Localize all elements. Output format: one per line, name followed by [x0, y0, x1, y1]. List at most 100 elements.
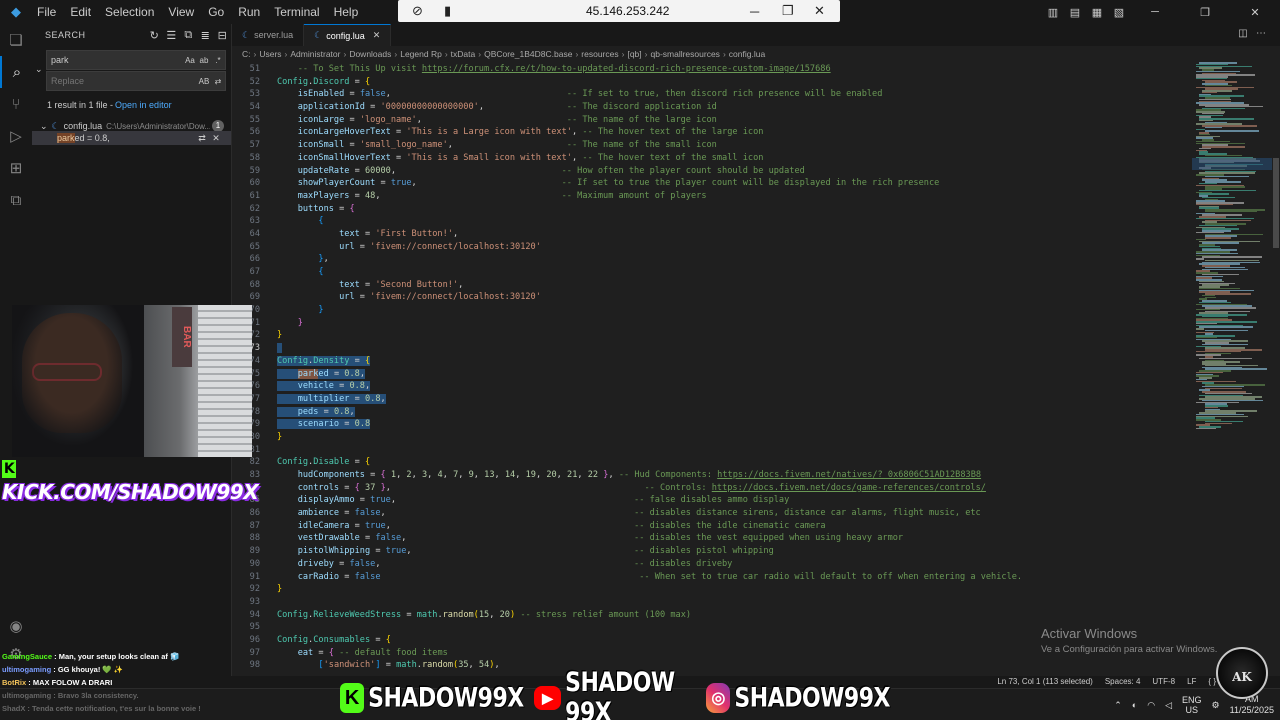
breadcrumb-segment[interactable]: Legend Rp	[400, 49, 442, 59]
breadcrumb-segment[interactable]: QBCore_1B4D8C.base	[484, 49, 572, 59]
code-line[interactable]: 53 isEnabled = false, -- If set to true,…	[232, 88, 1192, 101]
code-line[interactable]: 94 Config.RelieveWeedStress = math.random…	[232, 609, 1192, 622]
code-line[interactable]: 76 vehicle = 0.8,	[232, 380, 1192, 393]
breadcrumb-segment[interactable]: Downloads	[349, 49, 391, 59]
menu-go[interactable]: Go	[201, 0, 231, 24]
search-input[interactable]	[51, 55, 171, 65]
remote-restore-icon[interactable]: ❐	[782, 3, 794, 19]
code-line[interactable]: 52 Config.Discord = {	[232, 76, 1192, 89]
code-line[interactable]: 58 iconSmallHoverText = 'This is a Small…	[232, 152, 1192, 165]
menu-edit[interactable]: Edit	[63, 0, 98, 24]
code-line[interactable]: 57 iconSmall = 'small_logo_name', -- The…	[232, 139, 1192, 152]
tab-config-lua[interactable]: ☾ config.lua ✕	[304, 24, 392, 46]
code-line[interactable]: 68 text = 'Second Button!',	[232, 279, 1192, 292]
replace-input[interactable]	[51, 76, 171, 86]
more-actions-icon[interactable]: ⋯	[1252, 28, 1270, 39]
code-line[interactable]: 71 }	[232, 317, 1192, 330]
search-icon[interactable]: ⌕	[0, 56, 32, 88]
code-line[interactable]: 59 updateRate = 60000, -- How often the …	[232, 165, 1192, 178]
customize-layout-icon[interactable]: ▧	[1110, 6, 1128, 19]
scrollbar-thumb[interactable]	[1273, 158, 1279, 248]
match-case-icon[interactable]: Aa	[183, 56, 197, 65]
breadcrumb-segment[interactable]: txData	[451, 49, 476, 59]
toggle-secondary-sidebar-icon[interactable]: ▦	[1088, 6, 1106, 19]
result-match-row[interactable]: park ed = 0.8, ⇄ ✕	[32, 131, 231, 145]
close-window-icon[interactable]: ✕	[1232, 6, 1278, 19]
language-mode[interactable]: { }	[1208, 676, 1216, 688]
replace-match-icon[interactable]: ⇄	[195, 133, 209, 144]
code-line[interactable]: 66 },	[232, 253, 1192, 266]
run-debug-icon[interactable]: ▷	[0, 120, 32, 152]
code-line[interactable]: 89 pistolWhipping = true, -- disables pi…	[232, 545, 1192, 558]
code-line[interactable]: 93	[232, 596, 1192, 609]
dismiss-match-icon[interactable]: ✕	[209, 133, 223, 144]
breadcrumb-segment[interactable]: qb-smallresources	[650, 49, 719, 59]
code-line[interactable]: 81	[232, 444, 1192, 457]
code-line[interactable]: 77 multiplier = 0.8,	[232, 393, 1192, 406]
match-whole-word-icon[interactable]: ab	[197, 56, 211, 65]
remote-explorer-icon[interactable]: ⧉	[0, 184, 32, 216]
menu-help[interactable]: Help	[327, 0, 366, 24]
refresh-icon[interactable]: ↻	[146, 29, 163, 42]
code-line[interactable]: 56 iconLargeHoverText = 'This is a Large…	[232, 126, 1192, 139]
code-line[interactable]: 51 -- To Set This Up visit https://forum…	[232, 63, 1192, 76]
code-line[interactable]: 64 text = 'First Button!',	[232, 228, 1192, 241]
code-line[interactable]: 67 {	[232, 266, 1192, 279]
code-line[interactable]: 55 iconLarge = 'logo_name', -- The name …	[232, 114, 1192, 127]
tray-app-icon[interactable]: ◐	[1132, 700, 1137, 710]
wifi-icon[interactable]: ◠	[1147, 700, 1155, 711]
collapse-all-icon[interactable]: ⊟	[214, 29, 231, 42]
code-line[interactable]: 85 displayAmmo = true, -- false disables…	[232, 494, 1192, 507]
code-editor[interactable]: 51 -- To Set This Up visit https://forum…	[232, 63, 1192, 676]
preserve-case-icon[interactable]: AB	[197, 77, 211, 86]
remote-close-icon[interactable]: ✕	[814, 3, 825, 19]
cursor-position[interactable]: Ln 73, Col 1 (113 selected)	[997, 676, 1092, 688]
unpin-icon[interactable]: ⊘	[412, 3, 423, 19]
code-line[interactable]: 62 buttons = {	[232, 203, 1192, 216]
source-control-icon[interactable]: ⑂	[0, 88, 32, 120]
tray-chevron-icon[interactable]: ⌃	[1114, 700, 1122, 711]
code-line[interactable]: 75 parked = 0.8,	[232, 368, 1192, 381]
expand-chevron-icon[interactable]: ⌄	[40, 121, 48, 132]
breadcrumb-segment[interactable]: config.lua	[729, 49, 765, 59]
code-line[interactable]: 60 showPlayerCount = true, -- If set to …	[232, 177, 1192, 190]
indentation[interactable]: Spaces: 4	[1105, 676, 1141, 688]
clear-results-icon[interactable]: ☰	[163, 29, 180, 42]
end-of-line[interactable]: LF	[1187, 676, 1196, 688]
code-line[interactable]: 74 Config.Density = {	[232, 355, 1192, 368]
code-line[interactable]: 90 driveby = false, -- disables driveby	[232, 558, 1192, 571]
code-line[interactable]: 88 vestDrawable = false, -- disables the…	[232, 532, 1192, 545]
tab-server-lua[interactable]: ☾ server.lua	[232, 24, 305, 46]
code-line[interactable]: 61 maxPlayers = 48, -- Maximum amount of…	[232, 190, 1192, 203]
code-line[interactable]: 69 url = 'fivem://connect/localhost:3012…	[232, 291, 1192, 304]
code-line[interactable]: 63 {	[232, 215, 1192, 228]
explorer-icon[interactable]: ❏	[0, 24, 32, 56]
code-line[interactable]: 73	[232, 342, 1192, 355]
language-indicator[interactable]: ENG US	[1182, 695, 1202, 715]
breadcrumb-segment[interactable]: resources	[581, 49, 618, 59]
breadcrumb-segment[interactable]: Administrator	[290, 49, 340, 59]
open-in-editor-link[interactable]: Open in editor	[115, 100, 172, 110]
code-line[interactable]: 82 Config.Disable = {	[232, 456, 1192, 469]
menu-file[interactable]: File	[30, 0, 63, 24]
toggle-panel-icon[interactable]: ▤	[1066, 6, 1084, 19]
toggle-replace-chevron-icon[interactable]: ⌄	[35, 64, 43, 75]
menu-selection[interactable]: Selection	[98, 0, 161, 24]
code-line[interactable]: 86 ambience = false, -- disables distanc…	[232, 507, 1192, 520]
breadcrumb-segment[interactable]: C:	[242, 49, 251, 59]
new-search-editor-icon[interactable]: ⧉	[180, 29, 197, 42]
close-tab-icon[interactable]: ✕	[373, 30, 381, 41]
view-as-tree-icon[interactable]: ≣	[197, 29, 214, 42]
toggle-primary-sidebar-icon[interactable]: ▥	[1044, 6, 1062, 19]
code-line[interactable]: 87 idleCamera = true, -- disables the id…	[232, 520, 1192, 533]
code-line[interactable]: 79 scenario = 0.8	[232, 418, 1192, 431]
encoding[interactable]: UTF-8	[1152, 676, 1175, 688]
code-line[interactable]: 91 carRadio = false -- When set to true …	[232, 571, 1192, 584]
code-line[interactable]: 92}	[232, 583, 1192, 596]
code-line[interactable]: 72}	[232, 329, 1192, 342]
use-regex-icon[interactable]: .*	[211, 56, 225, 65]
code-line[interactable]: 70 }	[232, 304, 1192, 317]
settings-icon[interactable]: ⚙	[1212, 700, 1220, 711]
extensions-icon[interactable]: ⊞	[0, 152, 32, 184]
minimize-icon[interactable]: ─	[1132, 6, 1178, 18]
